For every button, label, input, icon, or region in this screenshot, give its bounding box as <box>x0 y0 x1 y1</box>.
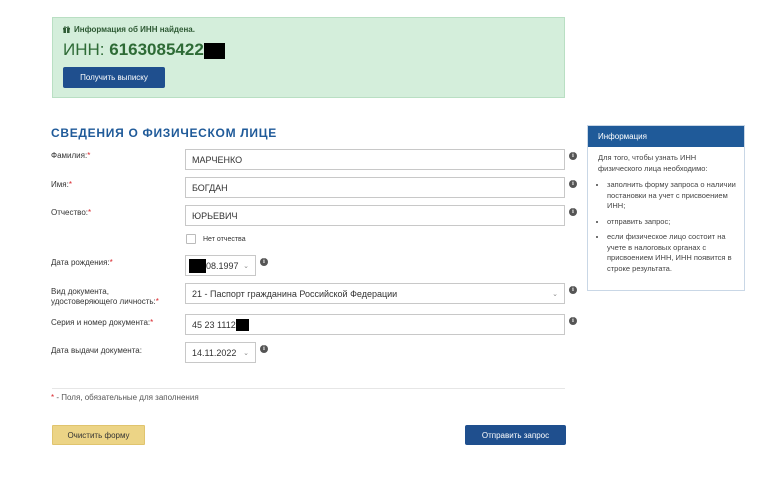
patronymic-field[interactable]: ЮРЬЕВИЧ <box>185 205 565 226</box>
gift-icon <box>63 26 70 33</box>
section-title: СВЕДЕНИЯ О ФИЗИЧЕСКОМ ЛИЦЕ <box>51 126 277 140</box>
info-panel-title: Информация <box>588 126 744 147</box>
doc-type-label: Вид документа, удостоверяющего личность:* <box>51 287 159 306</box>
issue-date-value: 14.11.2022 <box>192 347 237 358</box>
birth-date-info-icon[interactable]: i <box>260 258 268 266</box>
redaction-bar <box>235 318 249 331</box>
info-panel: Информация Для того, чтобы узнать ИНН фи… <box>587 125 745 291</box>
doc-number-info-icon[interactable]: i <box>569 317 577 325</box>
info-list-item: заполнить форму запроса о наличии постан… <box>607 180 738 212</box>
chevron-down-icon[interactable]: ⌄ <box>243 262 249 270</box>
redaction-bar <box>189 258 206 273</box>
patronymic-info-icon[interactable]: i <box>569 208 577 216</box>
info-list: заполнить форму запроса о наличии постан… <box>598 180 738 274</box>
chevron-down-icon[interactable]: ⌄ <box>243 349 249 357</box>
no-patronymic-checkbox[interactable] <box>186 234 196 244</box>
inn-display: ИНН: 6163085422 <box>63 40 225 60</box>
get-statement-button[interactable]: Получить выписку <box>63 67 165 88</box>
clear-form-button[interactable]: Очистить форму <box>52 425 145 445</box>
info-list-item: отправить запрос; <box>607 217 738 228</box>
birth-date-value: 08.1997 <box>206 260 239 271</box>
doc-type-select[interactable]: 21 - Паспорт гражданина Российской Федер… <box>185 283 565 304</box>
redaction-bar <box>203 42 225 59</box>
birth-date-field[interactable]: 08.1997 ⌄ <box>185 255 256 276</box>
surname-info-icon[interactable]: i <box>569 152 577 160</box>
name-field[interactable]: БОГДАН <box>185 177 565 198</box>
issue-date-label: Дата выдачи документа: <box>51 346 142 355</box>
info-list-item: если физическое лицо состоит на учете в … <box>607 232 738 274</box>
surname-label: Фамилия:* <box>51 151 91 160</box>
result-message-text: Информация об ИНН найдена. <box>74 25 195 34</box>
required-note: * - Поля, обязательные для заполнения <box>51 393 199 402</box>
doc-number-field[interactable]: 45 23 1112 <box>185 314 565 335</box>
result-message: Информация об ИНН найдена. <box>63 25 195 34</box>
doc-number-label: Серия и номер документа:* <box>51 318 154 327</box>
doc-number-value: 45 23 1112 <box>192 319 236 330</box>
patronymic-label: Отчество:* <box>51 208 92 217</box>
submit-request-button[interactable]: Отправить запрос <box>465 425 566 445</box>
inn-result-panel: Информация об ИНН найдена. ИНН: 61630854… <box>52 17 565 98</box>
inn-value: 6163085422 <box>109 40 204 59</box>
doc-type-info-icon[interactable]: i <box>569 286 577 294</box>
issue-date-field[interactable]: 14.11.2022 ⌄ <box>185 342 256 363</box>
name-label: Имя:* <box>51 180 72 189</box>
info-panel-body: Для того, чтобы узнать ИНН физического л… <box>598 153 738 279</box>
doc-type-value: 21 - Паспорт гражданина Российской Федер… <box>192 288 398 299</box>
divider <box>52 388 565 389</box>
no-patronymic-label: Нет отчества <box>203 236 246 243</box>
chevron-down-icon[interactable]: ⌄ <box>552 290 558 298</box>
issue-date-info-icon[interactable]: i <box>260 345 268 353</box>
surname-field[interactable]: МАРЧЕНКО <box>185 149 565 170</box>
info-intro: Для того, чтобы узнать ИНН физического л… <box>598 153 708 173</box>
birth-date-label: Дата рождения:* <box>51 258 113 267</box>
name-info-icon[interactable]: i <box>569 180 577 188</box>
inn-label: ИНН: <box>63 40 105 59</box>
